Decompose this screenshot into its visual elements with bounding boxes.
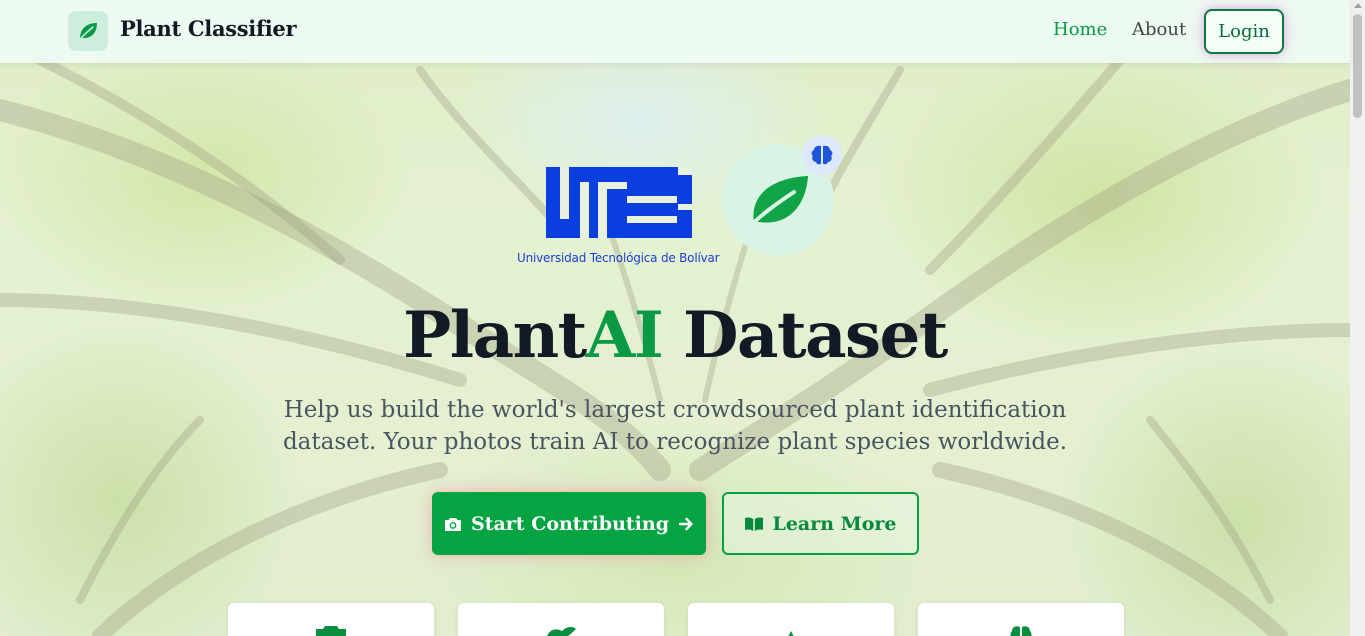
start-contributing-button[interactable]: Start Contributing: [432, 492, 706, 555]
camera-icon: [316, 626, 346, 636]
brain-icon: [1010, 626, 1032, 636]
page-scrollbar[interactable]: [1350, 0, 1365, 636]
scrollbar-thumb[interactable]: [1353, 14, 1362, 118]
utb-logo-mark: [546, 167, 692, 238]
brand-name[interactable]: Plant Classifier: [120, 16, 297, 41]
learn-more-button[interactable]: Learn More: [722, 492, 919, 555]
university-name: Universidad Tecnológica de Bolívar: [517, 251, 720, 265]
feature-card-ai[interactable]: [918, 603, 1124, 636]
utb-logo: [512, 160, 702, 254]
hero-title: PlantAI Dataset: [0, 298, 1350, 373]
ai-brain-badge: [802, 135, 842, 175]
learn-more-label: Learn More: [772, 512, 897, 535]
brand-leaf-icon[interactable]: [68, 11, 108, 51]
scroll-up-arrow-icon[interactable]: [1354, 3, 1362, 8]
leaf-icon: [78, 23, 97, 41]
hero-title-dataset: Dataset: [662, 298, 948, 373]
hero-title-ai: AI: [585, 298, 664, 373]
book-open-icon: [745, 516, 764, 531]
feature-card-photos[interactable]: [228, 603, 434, 636]
camera-icon: [444, 517, 461, 531]
nav-home-link[interactable]: Home: [1053, 19, 1107, 40]
top-navbar: Plant Classifier Home About Login: [0, 0, 1350, 63]
start-contributing-label: Start Contributing: [470, 512, 669, 535]
leaf-icon: [746, 176, 808, 230]
nav-about-link[interactable]: About: [1132, 19, 1186, 40]
hero-title-plant: Plant: [403, 298, 587, 373]
feature-card-species[interactable]: [458, 603, 664, 636]
arrow-right-icon: [678, 517, 693, 530]
feature-card-community[interactable]: [688, 603, 894, 636]
login-button[interactable]: Login: [1204, 9, 1284, 54]
tree-icon: [788, 631, 794, 636]
brain-icon: [811, 145, 833, 165]
hero-subtitle: Help us build the world's largest crowds…: [282, 397, 1068, 455]
leaf-icon: [547, 627, 576, 636]
